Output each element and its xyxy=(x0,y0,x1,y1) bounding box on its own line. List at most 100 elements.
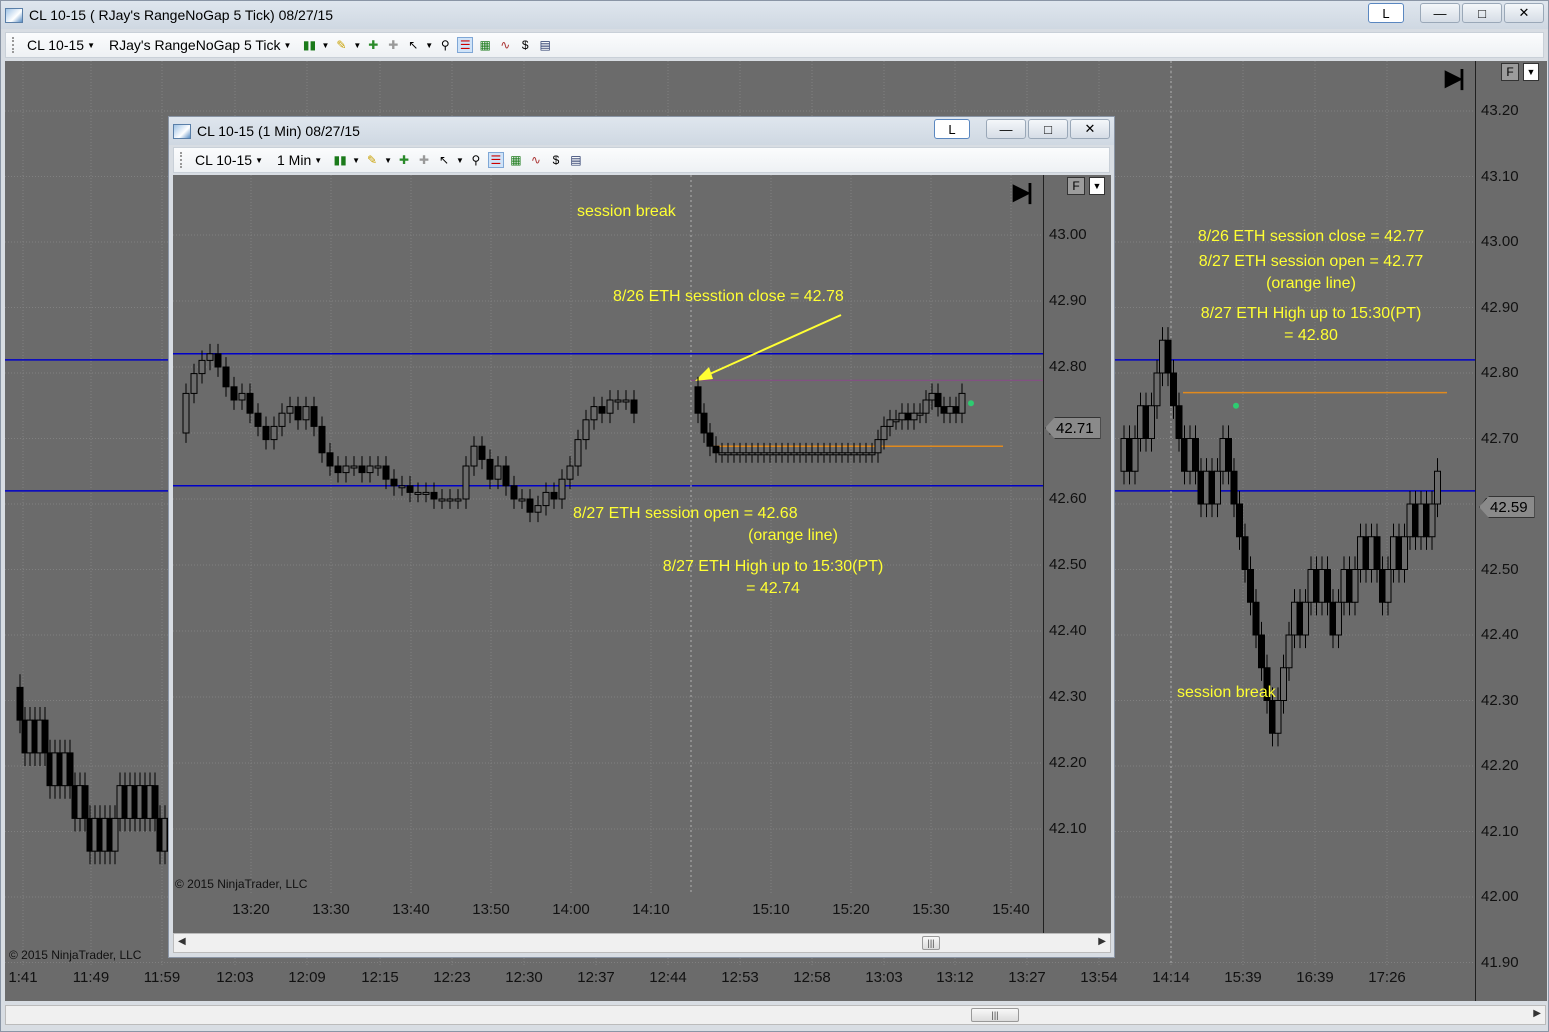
zoom-in-icon[interactable]: ✚ xyxy=(365,37,381,53)
scroll-to-end-icon[interactable]: ▶| xyxy=(1013,179,1033,205)
cursor-icon[interactable]: ↖ xyxy=(405,37,421,53)
bar-type-selector[interactable]: RJay's RangeNoGap 5 Tick ▼ xyxy=(105,37,297,53)
outer-copyright: © 2015 NinjaTrader, LLC xyxy=(9,948,142,962)
y-tick-label: 42.20 xyxy=(1049,754,1087,771)
chevron-down-icon[interactable]: ▼ xyxy=(384,156,392,165)
candle xyxy=(832,452,840,456)
instrument-selector[interactable]: CL 10-15 ▼ xyxy=(23,37,101,53)
link-button[interactable]: L xyxy=(934,119,970,139)
bar-type-selector[interactable]: 1 Min ▼ xyxy=(273,152,328,168)
candle xyxy=(334,465,342,474)
magnifier-icon[interactable]: ⚲ xyxy=(437,37,453,53)
properties-icon[interactable]: ▤ xyxy=(537,37,553,53)
toolbar-grip[interactable] xyxy=(180,152,183,168)
link-button[interactable]: L xyxy=(1368,3,1404,23)
candle xyxy=(558,478,566,500)
data-box-icon[interactable]: ▦ xyxy=(508,152,524,168)
chart-style-icon[interactable]: ▮▮ xyxy=(301,37,317,53)
candle xyxy=(874,439,882,454)
toolbar-grip[interactable] xyxy=(12,37,15,53)
x-tick-label: 13:30 xyxy=(312,901,350,918)
inner-chart-panel[interactable]: 43.0042.9042.8042.7042.6042.5042.4042.30… xyxy=(173,175,1111,933)
indicators-icon[interactable]: ∿ xyxy=(497,37,513,53)
zoom-out-icon[interactable]: ✚ xyxy=(385,37,401,53)
candle xyxy=(606,399,614,414)
x-tick-label: 13:54 xyxy=(1080,969,1118,986)
zoom-out-icon[interactable]: ✚ xyxy=(416,152,432,168)
outer-scroll-thumb[interactable]: ||| xyxy=(971,1008,1019,1022)
candle xyxy=(342,465,350,474)
inner-f-button[interactable]: F xyxy=(1067,177,1085,195)
candle xyxy=(326,452,334,467)
candle xyxy=(760,452,768,456)
magnifier-icon[interactable]: ⚲ xyxy=(468,152,484,168)
inner-scroll-thumb[interactable]: ||| xyxy=(922,936,940,950)
x-tick-label: 15:20 xyxy=(832,901,870,918)
pencil-icon[interactable]: ✎ xyxy=(333,37,349,53)
bar-type-label: 1 Min xyxy=(277,152,312,168)
chevron-down-icon[interactable]: ▼ xyxy=(353,41,361,50)
candle xyxy=(724,452,732,456)
candle xyxy=(736,452,744,456)
candle xyxy=(754,452,762,456)
inner-ann-open-note: (orange line) xyxy=(748,527,838,544)
zoom-in-icon[interactable]: ✚ xyxy=(396,152,412,168)
inner-ann-open: 8/27 ETH session open = 42.68 xyxy=(573,505,798,522)
data-box-icon[interactable]: ▦ xyxy=(477,37,493,53)
instrument-selector[interactable]: CL 10-15 ▼ xyxy=(191,152,269,168)
outer-titlebar[interactable]: CL 10-15 ( RJay's RangeNoGap 5 Tick) 08/… xyxy=(1,1,1548,29)
properties-icon[interactable]: ▤ xyxy=(568,152,584,168)
strategies-icon[interactable]: $ xyxy=(548,152,564,168)
candle xyxy=(1324,569,1331,603)
strategies-icon[interactable]: $ xyxy=(517,37,533,53)
close-icon[interactable]: ✕ xyxy=(1504,3,1544,23)
candle xyxy=(748,452,756,456)
cursor-icon[interactable]: ↖ xyxy=(436,152,452,168)
y-tick-label: 42.70 xyxy=(1481,429,1519,447)
scroll-left-icon[interactable]: ◀ xyxy=(178,936,186,947)
scroll-right-icon[interactable]: ▶ xyxy=(1098,936,1106,947)
scroll-to-end-icon[interactable]: ▶| xyxy=(1445,65,1465,91)
outer-horizontal-scrollbar[interactable]: ||| ▶ xyxy=(5,1005,1546,1025)
order-entry-icon[interactable]: ☰ xyxy=(457,37,474,53)
chevron-down-icon[interactable]: ▼ xyxy=(1089,177,1105,195)
candle xyxy=(898,412,906,421)
chart-style-icon[interactable]: ▮▮ xyxy=(332,152,348,168)
outer-price-axis xyxy=(1475,61,1476,1001)
chevron-down-icon[interactable]: ▼ xyxy=(352,156,360,165)
minimize-icon[interactable]: — xyxy=(1420,3,1460,23)
y-tick-label: 42.40 xyxy=(1049,622,1087,639)
candle xyxy=(958,392,966,414)
pencil-icon[interactable]: ✎ xyxy=(364,152,380,168)
outer-f-button[interactable]: F xyxy=(1501,63,1519,81)
order-entry-icon[interactable]: ☰ xyxy=(487,152,504,168)
maximize-icon[interactable]: □ xyxy=(1462,3,1502,23)
candle xyxy=(1164,339,1172,374)
inner-titlebar[interactable]: CL 10-15 (1 Min) 08/27/15 L — □ ✕ xyxy=(169,117,1114,145)
indicators-icon[interactable]: ∿ xyxy=(528,152,544,168)
candle xyxy=(526,498,534,513)
candle xyxy=(856,452,864,456)
y-tick-label: 42.40 xyxy=(1481,626,1519,643)
candle xyxy=(190,373,198,394)
chevron-down-icon[interactable]: ▼ xyxy=(425,41,433,50)
maximize-icon[interactable]: □ xyxy=(1028,119,1068,139)
inner-price-axis xyxy=(1043,175,1044,933)
inner-last-price: 42.71 xyxy=(1045,417,1101,439)
candle xyxy=(1236,503,1243,538)
candle xyxy=(494,465,502,480)
x-tick-label: 15:10 xyxy=(752,901,790,918)
inner-ann-close: 8/26 ETH sesstion close = 42.78 xyxy=(613,288,844,305)
chevron-down-icon[interactable]: ▼ xyxy=(321,41,329,50)
scroll-right-icon[interactable]: ▶ xyxy=(1533,1008,1541,1019)
instrument-label: CL 10-15 xyxy=(27,37,85,53)
chevron-down-icon[interactable]: ▼ xyxy=(1523,63,1539,81)
inner-horizontal-scrollbar[interactable]: ◀ ||| ▶ xyxy=(173,933,1111,953)
outer-toolbar: CL 10-15 ▼ RJay's RangeNoGap 5 Tick ▼ ▮▮ ▼ … xyxy=(5,32,1544,58)
candle xyxy=(390,478,398,487)
close-icon[interactable]: ✕ xyxy=(1070,119,1110,139)
candle xyxy=(414,491,422,495)
candle xyxy=(844,452,852,456)
minimize-icon[interactable]: — xyxy=(986,119,1026,139)
chevron-down-icon[interactable]: ▼ xyxy=(456,156,464,165)
